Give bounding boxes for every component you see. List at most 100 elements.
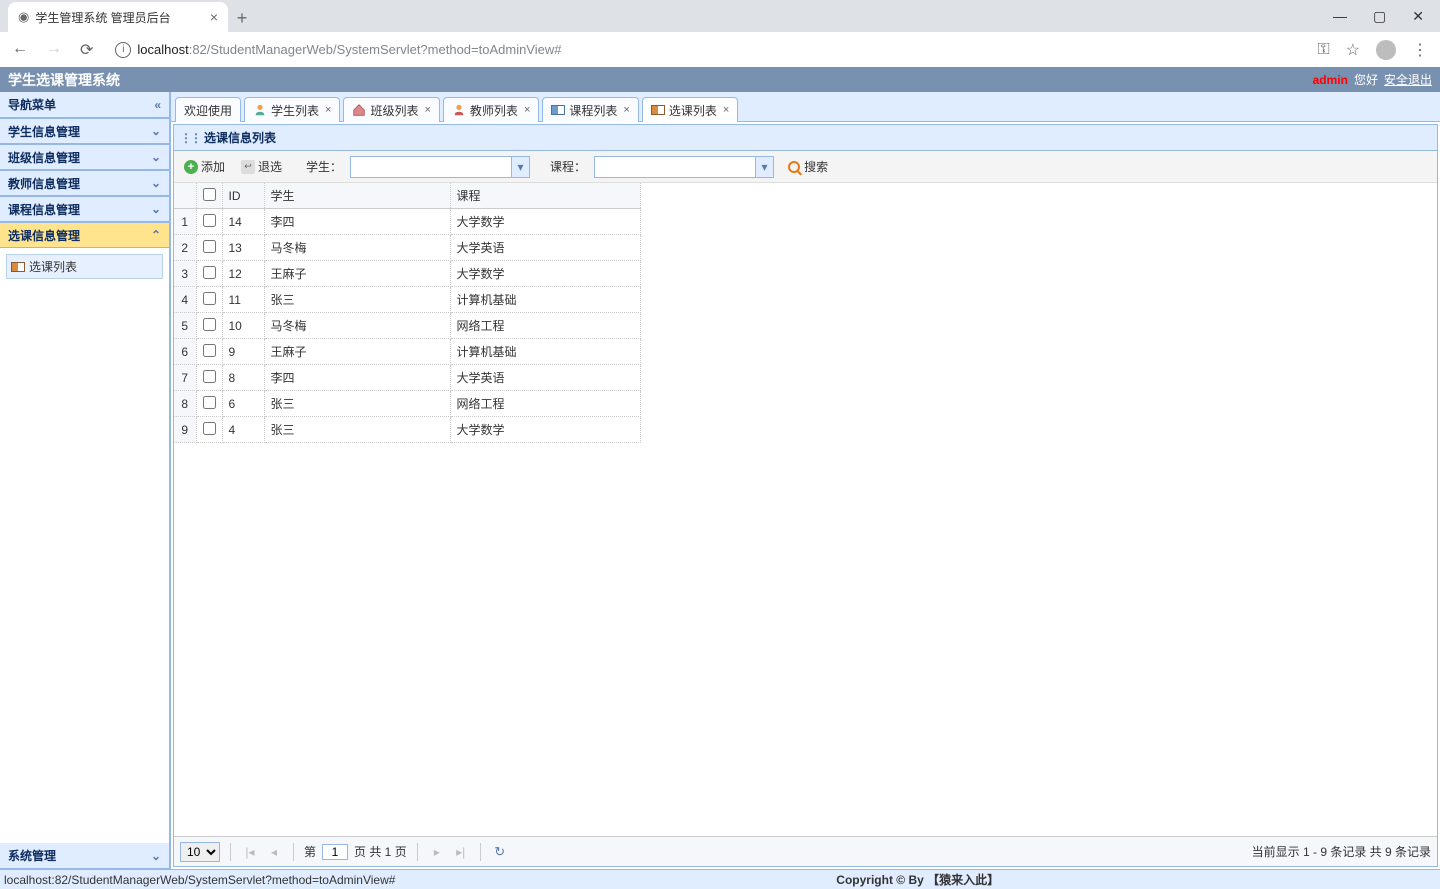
cell-checkbox bbox=[196, 365, 222, 391]
sidebar-item-student[interactable]: 学生信息管理 ⌄ bbox=[0, 118, 169, 144]
book-icon bbox=[11, 262, 25, 272]
grid-toolbar: + 添加 ↩ 退选 学生： ▾ 课程： ▾ 搜索 bbox=[174, 151, 1437, 183]
chevron-down-icon: ⌄ bbox=[151, 176, 161, 190]
cell-course: 大学英语 bbox=[450, 365, 640, 391]
tab-teacher-list[interactable]: 教师列表 × bbox=[443, 97, 539, 122]
sidebar-item-system[interactable]: 系统管理 ⌄ bbox=[0, 843, 169, 869]
cell-checkbox bbox=[196, 391, 222, 417]
next-page-button[interactable]: ▸ bbox=[428, 843, 446, 861]
cell-id: 10 bbox=[222, 313, 264, 339]
menu-icon[interactable]: ⋮ bbox=[1412, 40, 1428, 60]
col-student-header[interactable]: 学生 bbox=[264, 183, 450, 209]
prev-page-button[interactable]: ◂ bbox=[265, 843, 283, 861]
separator bbox=[293, 843, 294, 861]
table-row[interactable]: 78李四大学英语 bbox=[174, 365, 640, 391]
close-tab-icon[interactable]: × bbox=[424, 104, 430, 116]
browser-toolbar: ← → ⟳ i localhost:82/StudentManagerWeb/S… bbox=[0, 32, 1440, 67]
tab-elective-list[interactable]: 选课列表 × bbox=[642, 97, 738, 122]
sidebar-item-elective[interactable]: 选课信息管理 ⌃ bbox=[0, 222, 169, 248]
row-checkbox[interactable] bbox=[203, 214, 216, 227]
row-checkbox[interactable] bbox=[203, 240, 216, 253]
close-tab-icon[interactable]: × bbox=[325, 104, 331, 116]
tab-class-list[interactable]: 班级列表 × bbox=[343, 97, 439, 122]
address-bar[interactable]: i localhost:82/StudentManagerWeb/SystemS… bbox=[105, 38, 1305, 62]
sidebar-item-class[interactable]: 班级信息管理 ⌄ bbox=[0, 144, 169, 170]
reload-button[interactable]: ⟳ bbox=[80, 40, 93, 60]
profile-avatar[interactable] bbox=[1376, 40, 1396, 60]
table-row[interactable]: 510马冬梅网络工程 bbox=[174, 313, 640, 339]
search-button[interactable]: 搜索 bbox=[782, 156, 834, 177]
row-checkbox[interactable] bbox=[203, 396, 216, 409]
close-tab-icon[interactable]: × bbox=[210, 9, 218, 25]
close-tab-icon[interactable]: × bbox=[723, 104, 729, 116]
tab-label: 教师列表 bbox=[470, 102, 518, 119]
tree-node-elective-list[interactable]: 选课列表 bbox=[6, 254, 163, 279]
tab-course-list[interactable]: 课程列表 × bbox=[542, 97, 638, 122]
page-size-select[interactable]: 10 bbox=[180, 842, 220, 862]
cell-rownum: 7 bbox=[174, 365, 196, 391]
copyright-text: Copyright © By 【猿来入此】 bbox=[836, 871, 999, 888]
minimize-button[interactable]: — bbox=[1333, 8, 1347, 24]
table-row[interactable]: 86张三网络工程 bbox=[174, 391, 640, 417]
maximize-button[interactable]: ▢ bbox=[1373, 8, 1386, 25]
sidebar-item-label: 教师信息管理 bbox=[8, 175, 80, 192]
col-id-header[interactable]: ID bbox=[222, 183, 264, 209]
sidebar-item-course[interactable]: 课程信息管理 ⌄ bbox=[0, 196, 169, 222]
col-course-header[interactable]: 课程 bbox=[450, 183, 640, 209]
bookmark-icon[interactable]: ☆ bbox=[1346, 40, 1360, 60]
close-tab-icon[interactable]: × bbox=[623, 104, 629, 116]
refresh-button[interactable]: ↻ bbox=[491, 843, 509, 861]
select-all-checkbox[interactable] bbox=[203, 188, 216, 201]
add-label: 添加 bbox=[201, 158, 225, 175]
cell-checkbox bbox=[196, 287, 222, 313]
url-host: localhost bbox=[137, 42, 188, 57]
tab-label: 欢迎使用 bbox=[184, 102, 232, 119]
current-user: admin bbox=[1313, 73, 1348, 87]
first-page-button[interactable]: |◂ bbox=[241, 843, 259, 861]
separator bbox=[417, 843, 418, 861]
sidebar-item-label: 学生信息管理 bbox=[8, 123, 80, 140]
last-page-button[interactable]: ▸| bbox=[452, 843, 470, 861]
cell-checkbox bbox=[196, 209, 222, 235]
sidebar-item-teacher[interactable]: 教师信息管理 ⌄ bbox=[0, 170, 169, 196]
table-row[interactable]: 411张三计算机基础 bbox=[174, 287, 640, 313]
remove-button[interactable]: ↩ 退选 bbox=[237, 156, 286, 177]
chevron-down-icon: ⌄ bbox=[151, 849, 161, 863]
student-filter-combo[interactable]: ▾ bbox=[350, 156, 530, 178]
table-row[interactable]: 69王麻子计算机基础 bbox=[174, 339, 640, 365]
page-number-input[interactable] bbox=[322, 844, 348, 860]
row-checkbox[interactable] bbox=[203, 318, 216, 331]
table-row[interactable]: 312王麻子大学数学 bbox=[174, 261, 640, 287]
new-tab-button[interactable]: + bbox=[228, 4, 256, 32]
table-row[interactable]: 213马冬梅大学英语 bbox=[174, 235, 640, 261]
cell-checkbox bbox=[196, 313, 222, 339]
chevron-down-icon: ▾ bbox=[511, 157, 529, 177]
back-button[interactable]: ← bbox=[12, 40, 28, 60]
tab-student-list[interactable]: 学生列表 × bbox=[244, 97, 340, 122]
close-tab-icon[interactable]: × bbox=[524, 104, 530, 116]
tab-welcome[interactable]: 欢迎使用 bbox=[175, 97, 241, 122]
logout-link[interactable]: 安全退出 bbox=[1384, 71, 1432, 88]
row-checkbox[interactable] bbox=[203, 266, 216, 279]
forward-button[interactable]: → bbox=[46, 40, 62, 60]
person-icon bbox=[253, 103, 267, 117]
course-filter-label: 课程： bbox=[538, 158, 586, 175]
cell-rownum: 2 bbox=[174, 235, 196, 261]
row-checkbox[interactable] bbox=[203, 344, 216, 357]
row-checkbox[interactable] bbox=[203, 292, 216, 305]
table-row[interactable]: 114李四大学数学 bbox=[174, 209, 640, 235]
close-window-button[interactable]: ✕ bbox=[1412, 8, 1424, 25]
add-button[interactable]: + 添加 bbox=[180, 156, 229, 177]
site-info-icon[interactable]: i bbox=[115, 42, 131, 58]
table-row[interactable]: 94张三大学数学 bbox=[174, 417, 640, 443]
browser-chrome: ◉ 学生管理系统 管理员后台 × + — ▢ ✕ ← → ⟳ i localho… bbox=[0, 0, 1440, 67]
row-checkbox[interactable] bbox=[203, 370, 216, 383]
browser-tab[interactable]: ◉ 学生管理系统 管理员后台 × bbox=[8, 2, 228, 32]
content-area: 欢迎使用 学生列表 × 班级列表 × 教师列表 × 课程列表 × bbox=[170, 92, 1440, 869]
row-checkbox[interactable] bbox=[203, 422, 216, 435]
sidebar-title[interactable]: 导航菜单 « bbox=[0, 92, 169, 118]
cell-course: 大学数学 bbox=[450, 261, 640, 287]
col-rownum bbox=[174, 183, 196, 209]
course-filter-combo[interactable]: ▾ bbox=[594, 156, 774, 178]
key-icon[interactable]: ⚿ bbox=[1317, 41, 1329, 59]
